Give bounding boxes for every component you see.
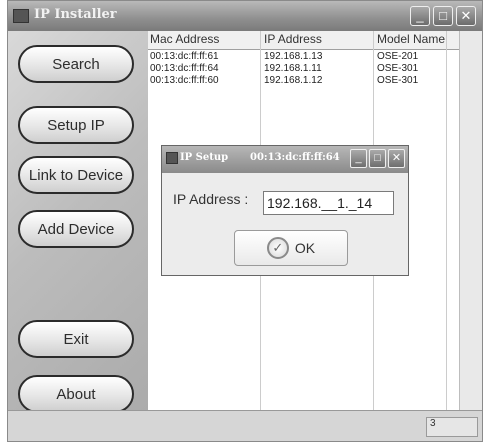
cell-mac: 00:13:dc:ff:ff:61 <box>150 51 219 62</box>
about-button[interactable]: About <box>18 375 134 413</box>
table-row[interactable]: 00:13:dc:ff:ff:60 192.168.1.12 OSE-301 <box>148 75 460 87</box>
link-to-device-button[interactable]: Link to Device <box>18 156 134 194</box>
cell-mac: 00:13:dc:ff:ff:60 <box>150 75 219 86</box>
maximize-button[interactable]: □ <box>433 6 453 26</box>
status-bar: 3 <box>8 410 482 441</box>
exit-button[interactable]: Exit <box>18 320 134 358</box>
cell-ip: 192.168.1.11 <box>264 63 322 74</box>
vertical-scrollbar[interactable] <box>459 31 482 411</box>
table-header: Mac Address IP Address Model Name <box>148 31 460 50</box>
window-title: IP Installer <box>34 7 117 22</box>
dialog-close-button[interactable]: ✕ <box>388 149 405 168</box>
ip-address-input[interactable] <box>263 191 394 215</box>
setup-ip-button[interactable]: Setup IP <box>18 106 134 144</box>
title-bar[interactable]: IP Installer _ □ ✕ <box>8 1 482 31</box>
cell-model: OSE-301 <box>377 75 419 86</box>
app-icon <box>13 9 29 23</box>
dialog-title: IP Setup <box>180 152 229 163</box>
device-count: 3 <box>426 417 478 437</box>
dialog-mac: 00:13:dc:ff:ff:64 <box>250 152 340 163</box>
sidebar: Search Setup IP Link to Device Add Devic… <box>8 31 148 441</box>
close-button[interactable]: ✕ <box>456 6 476 26</box>
add-device-button[interactable]: Add Device <box>18 210 134 248</box>
dialog-minimize-button[interactable]: _ <box>350 149 367 168</box>
cell-ip: 192.168.1.13 <box>264 51 323 62</box>
column-divider <box>446 31 447 411</box>
minimize-button[interactable]: _ <box>410 6 430 26</box>
table-row[interactable]: 00:13:dc:ff:ff:64 192.168.1.11 OSE-301 <box>148 63 460 75</box>
cell-mac: 00:13:dc:ff:ff:64 <box>150 63 219 74</box>
dialog-title-bar[interactable]: IP Setup 00:13:dc:ff:ff:64 _ □ ✕ <box>162 146 408 173</box>
ip-address-label: IP Address : <box>173 191 249 207</box>
ip-setup-dialog: IP Setup 00:13:dc:ff:ff:64 _ □ ✕ IP Addr… <box>161 145 409 276</box>
dialog-maximize-button[interactable]: □ <box>369 149 386 168</box>
column-ip-address[interactable]: IP Address <box>264 32 322 46</box>
cell-model: OSE-301 <box>377 63 419 74</box>
column-mac-address[interactable]: Mac Address <box>150 32 219 46</box>
table-row[interactable]: 00:13:dc:ff:ff:61 192.168.1.13 OSE-201 <box>148 51 460 63</box>
cell-ip: 192.168.1.12 <box>264 75 323 86</box>
check-icon: ✓ <box>266 237 289 259</box>
ok-label: OK <box>294 240 316 256</box>
cell-model: OSE-201 <box>377 51 419 62</box>
search-button[interactable]: Search <box>18 45 134 83</box>
column-model-name[interactable]: Model Name <box>377 32 445 46</box>
ok-button[interactable]: ✓ OK <box>234 230 348 266</box>
dialog-icon <box>166 152 178 164</box>
